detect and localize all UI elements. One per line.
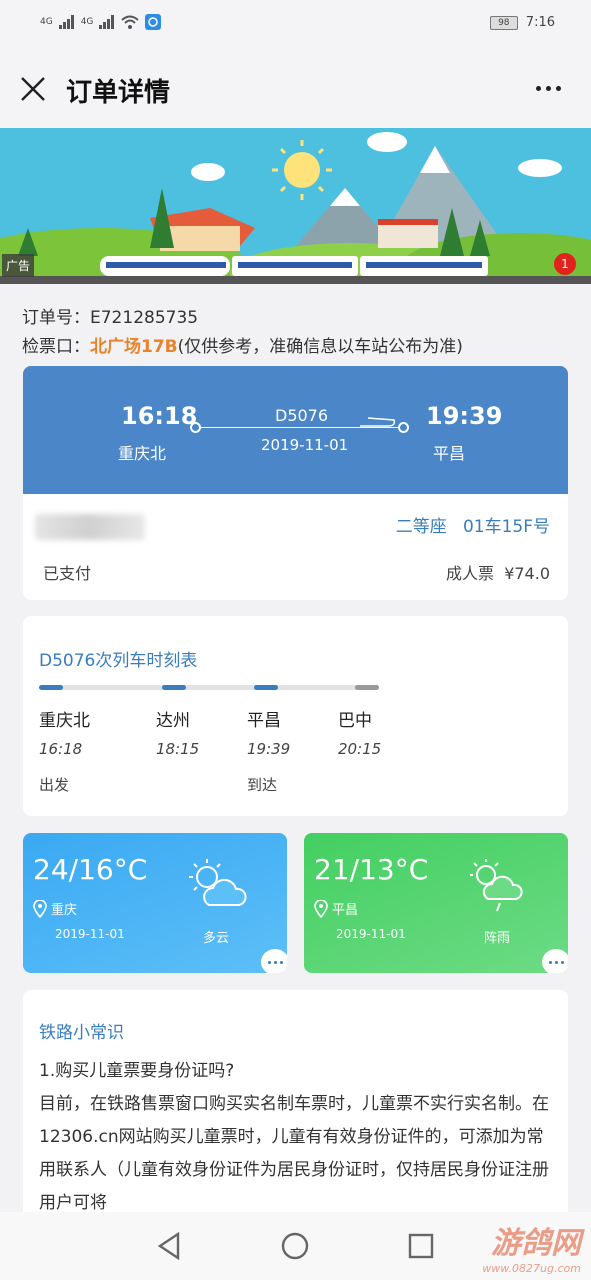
location-pin-icon	[314, 899, 328, 918]
stop-name: 重庆北	[39, 711, 90, 731]
seat-number: 01车15F号	[462, 517, 550, 537]
status-bar: 4G 4G 98 7:16	[0, 0, 591, 50]
order-info: 订单号：E721285735 检票口：北广场17B(仅供参考，准确信息以车站公布…	[22, 304, 572, 362]
weather-desc: 多云	[203, 931, 230, 946]
gate-note: (仅供参考，准确信息以车站公布为准)	[177, 337, 463, 357]
page-title: 订单详情	[66, 78, 171, 108]
order-number-label: 订单号：	[22, 308, 90, 328]
railway-tips-card[interactable]: 铁路小常识 1.购买儿童票要身份证吗? 目前，在铁路售票窗口购买实名制车票时，儿…	[23, 990, 568, 1230]
stop-status: 到达	[247, 776, 278, 794]
tips-title: 铁路小常识	[39, 1023, 124, 1043]
signal-icon	[99, 15, 115, 29]
track-segment	[162, 685, 186, 690]
ticket-price: ¥74.0	[504, 564, 550, 583]
tips-question: 1.购买儿童票要身份证吗?	[39, 1061, 235, 1081]
arrival-time: 19:39	[426, 402, 503, 430]
gate-value: 北广场17B	[90, 337, 178, 357]
stop-name: 平昌	[247, 711, 281, 731]
weather-more-button[interactable]	[542, 949, 568, 973]
ticket-card[interactable]: 16:18 重庆北 D5076 2019-11-01 19:39 平昌 二等座 …	[23, 366, 568, 600]
route-start-dot	[190, 422, 201, 433]
battery-level: 98	[498, 17, 510, 28]
departure-station: 重庆北	[118, 444, 167, 463]
stop-name: 达州	[156, 711, 190, 731]
timetable-stop: 巴中 20:15	[338, 706, 418, 774]
location-pin-icon	[33, 899, 47, 918]
app-bar: 订单详情	[0, 50, 591, 128]
banner-illustration	[0, 132, 591, 284]
signal-label-2: 4G	[80, 17, 94, 27]
weather-location: 平昌	[314, 899, 358, 918]
signal-label-1: 4G	[40, 17, 53, 27]
weather-date: 2019-11-01	[336, 927, 406, 941]
arrival-station: 平昌	[433, 444, 466, 463]
weather-temp: 21/13°C	[314, 853, 429, 886]
watermark: 游鸽网 www.0827ug.com	[482, 1218, 581, 1275]
timetable-title: D5076次列车时刻表	[39, 651, 198, 671]
stop-status: 出发	[39, 776, 70, 794]
track-segment	[39, 685, 63, 690]
timetable-stop: 达州 18:15	[156, 706, 236, 774]
watermark-title: 游鸽网	[491, 1226, 581, 1261]
payment-status: 已支付	[43, 564, 92, 583]
timetable-stop: 平昌 19:39 到达	[247, 706, 327, 795]
passenger-name-redacted	[35, 514, 145, 540]
close-icon[interactable]	[18, 74, 48, 104]
train-icon	[360, 417, 396, 427]
travel-date: 2019-11-01	[261, 436, 349, 454]
timetable-track	[39, 685, 379, 690]
weather-card-departure[interactable]: 24/16°C 重庆 2019-11-01 多云	[23, 833, 287, 973]
track-segment	[355, 685, 379, 690]
timetable-stop: 重庆北 16:18 出发	[39, 706, 119, 795]
ticket-type: 成人票	[446, 564, 495, 583]
home-nav-icon[interactable]	[281, 1232, 309, 1260]
ticket-price-info: 成人票 ¥74.0	[446, 560, 550, 584]
clock: 7:16	[525, 15, 555, 30]
trip-header: 16:18 重庆北 D5076 2019-11-01 19:39 平昌	[23, 366, 568, 494]
ad-badge[interactable]: 1	[554, 253, 576, 275]
order-number: E721285735	[90, 308, 199, 328]
ad-banner[interactable]	[0, 128, 591, 284]
recents-nav-icon[interactable]	[408, 1233, 434, 1259]
more-menu-button[interactable]	[536, 86, 561, 91]
stop-time: 20:15	[338, 740, 382, 758]
seat-class: 二等座	[395, 517, 447, 537]
battery-icon: 98	[489, 15, 518, 30]
weather-city: 平昌	[332, 903, 359, 918]
partly-cloudy-icon	[189, 859, 247, 906]
weather-city: 重庆	[51, 903, 78, 918]
stop-name: 巴中	[338, 711, 372, 731]
ad-label: 广告	[2, 254, 35, 277]
weather-more-button[interactable]	[261, 949, 287, 973]
wifi-icon	[121, 15, 140, 29]
weather-temp: 24/16°C	[33, 853, 148, 886]
departure-time: 16:18	[121, 402, 198, 430]
stop-time: 19:39	[247, 740, 291, 758]
timetable-card[interactable]: D5076次列车时刻表 重庆北 16:18 出发 达州 18:15 平昌 19:…	[23, 616, 568, 816]
stop-time: 16:18	[39, 740, 83, 758]
signal-icon	[58, 15, 74, 29]
shower-icon	[470, 859, 523, 912]
weather-desc: 阵雨	[484, 931, 511, 946]
weather-date: 2019-11-01	[55, 927, 125, 941]
seat-info: 二等座 01车15F号	[396, 512, 550, 537]
back-nav-icon[interactable]	[156, 1232, 182, 1260]
gate-label: 检票口：	[22, 337, 90, 357]
track-segment	[254, 685, 278, 690]
weather-location: 重庆	[33, 899, 77, 918]
weather-card-arrival[interactable]: 21/13°C 平昌 2019-11-01 阵雨	[304, 833, 568, 973]
train-number: D5076	[275, 406, 329, 425]
tips-body: 目前，在铁路售票窗口购买实名制车票时，儿童票不实行实名制。在12306.cn网站…	[39, 1094, 549, 1213]
watermark-url: www.0827ug.com	[482, 1262, 581, 1275]
route-end-dot	[398, 422, 409, 433]
stop-time: 18:15	[156, 740, 200, 758]
app-notification-icon	[145, 14, 162, 30]
